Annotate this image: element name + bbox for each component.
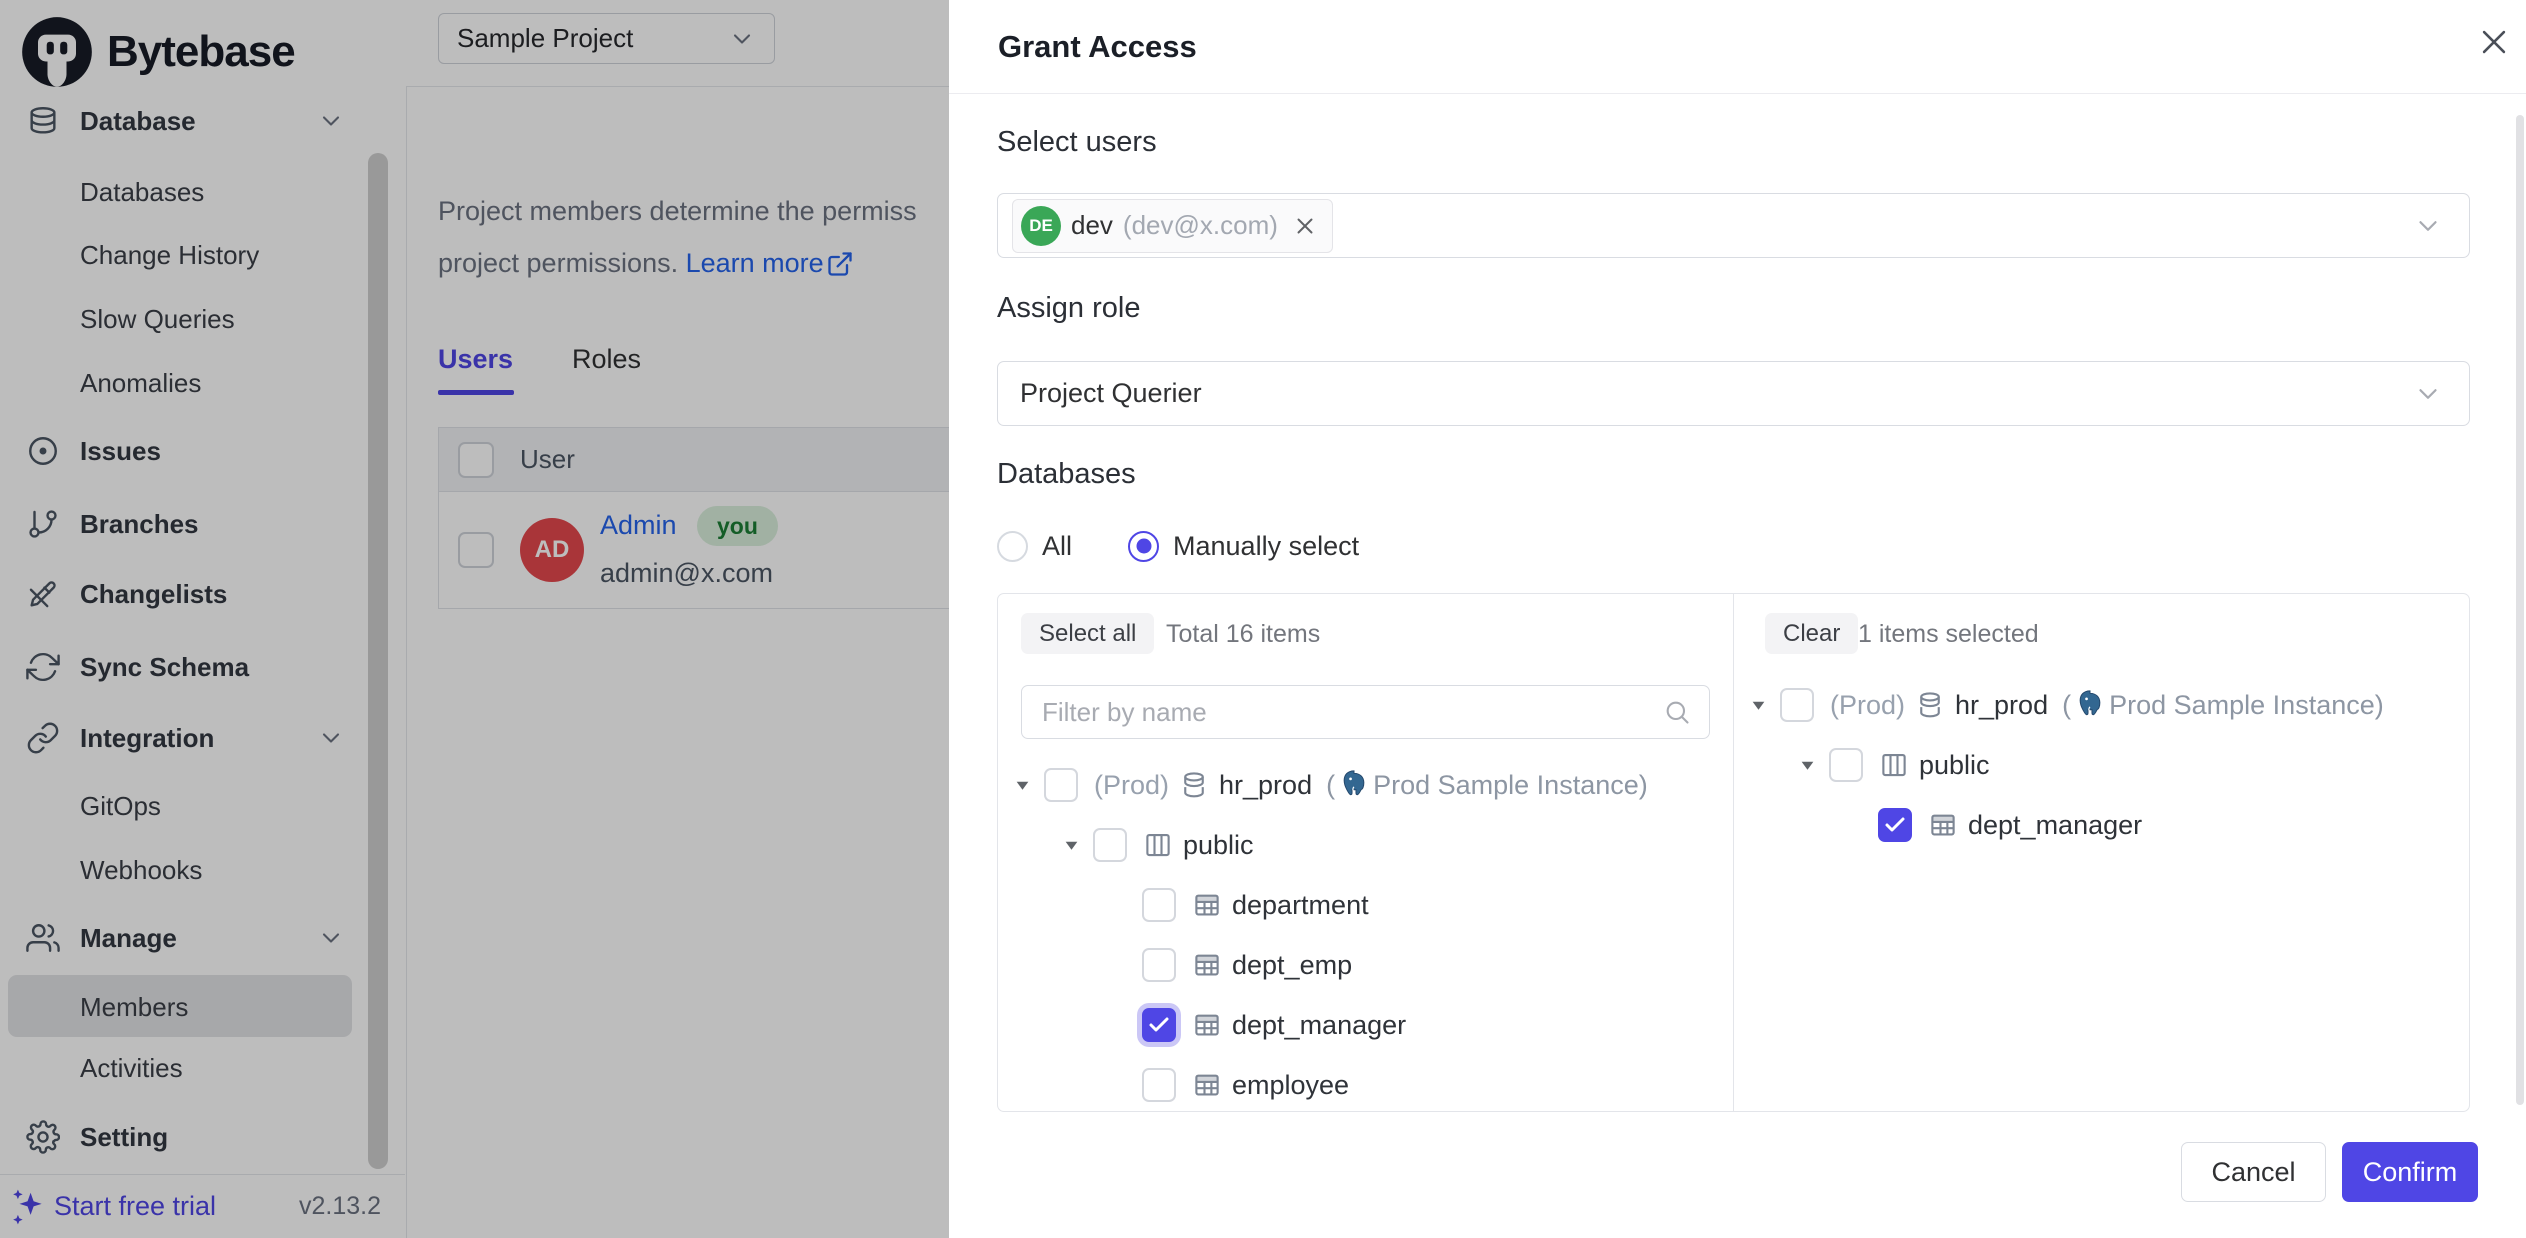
instance-label: (Prod Sample Instance) [2062,689,2384,721]
selected-user-chip: DE dev (dev@x.com) [1012,199,1333,253]
expand-caret-icon[interactable] [1063,837,1093,854]
transfer-source-panel: Select all Total 16 items (Prod)hr_prod(… [998,594,1733,1111]
filter-input[interactable] [1040,696,1663,729]
tree-row-dept_emp[interactable]: dept_emp [998,935,1733,995]
table-icon [1192,1070,1222,1100]
radio-all[interactable]: All [997,531,1072,562]
grant-access-modal: Grant Access Select users DE dev (dev@x.co… [949,0,2526,1238]
radio-label: All [1042,531,1072,562]
tree-checkbox[interactable] [1829,748,1863,782]
environment-label: (Prod) [1094,770,1169,801]
tree-checkbox[interactable] [1044,768,1078,802]
environment-label: (Prod) [1830,690,1905,721]
tree-row-hr_prod[interactable]: (Prod) hr_prod (Prod Sample Instance) [1734,675,2469,735]
node-name: public [1919,750,1990,781]
node-name: dept_manager [1232,1010,1406,1041]
chevron-down-icon [2413,211,2443,241]
tree-checkbox[interactable] [1142,888,1176,922]
node-name: hr_prod [1219,770,1312,801]
table-icon [1192,1010,1222,1040]
select-users-input[interactable]: DE dev (dev@x.com) [997,193,2470,258]
close-icon[interactable] [2470,18,2518,66]
postgres-icon [1339,769,1369,801]
tree-row-department[interactable]: department [998,875,1733,935]
table-icon [1928,810,1958,840]
tree-checkbox[interactable] [1142,1008,1176,1042]
tree-checkbox[interactable] [1780,688,1814,722]
confirm-button[interactable]: Confirm [2342,1142,2478,1202]
chevron-down-icon [2413,379,2443,409]
tree-row-employee[interactable]: employee [998,1055,1733,1112]
select-users-label: Select users [997,126,1157,159]
assign-role-label: Assign role [997,292,1140,325]
tree-row-public[interactable]: public [1734,735,2469,795]
tree-checkbox[interactable] [1142,1068,1176,1102]
cancel-button[interactable]: Cancel [2181,1142,2326,1202]
select-all-button[interactable]: Select all [1021,613,1154,654]
radio-circle-icon [997,531,1028,562]
selected-database-tree: (Prod) hr_prod (Prod Sample Instance) publi… [1734,675,2469,855]
remove-user-icon[interactable] [1292,213,1318,239]
filter-input-wrap [1021,685,1710,739]
search-icon [1663,698,1691,726]
assign-role-value: Project Querier [1020,378,1202,409]
schema-icon [1143,830,1173,860]
tree-checkbox[interactable] [1878,808,1912,842]
expand-caret-icon[interactable] [1750,697,1780,714]
node-name: department [1232,890,1369,921]
assign-role-select[interactable]: Project Querier [997,361,2470,426]
selected-items-label: 1 items selected [1858,620,2039,649]
database-scope-radios: All Manually select [997,529,1359,563]
expand-caret-icon[interactable] [1799,757,1829,774]
table-icon [1192,890,1222,920]
screen: Bytebase DatabaseDatabasesChange History… [0,0,2526,1238]
radio-circle-icon [1128,531,1159,562]
tree-row-hr_prod[interactable]: (Prod) hr_prod (Prod Sample Instance) [998,755,1733,815]
postgres-icon [2075,689,2105,721]
modal-scrollbar[interactable] [2516,115,2524,1105]
chip-user-name: dev [1071,210,1113,241]
instance-label: (Prod Sample Instance) [1326,769,1648,801]
total-items-label: Total 16 items [1166,620,1320,649]
source-database-tree: (Prod) hr_prod (Prod Sample Instance) publi… [998,755,1733,1112]
selected-user-chips: DE dev (dev@x.com) [1020,199,1333,253]
databases-label: Databases [997,458,1136,491]
node-name: employee [1232,1070,1349,1101]
database-icon [1915,690,1945,720]
modal-header: Grant Access [949,0,2526,94]
tree-checkbox[interactable] [1142,948,1176,982]
chip-user-email: (dev@x.com) [1123,210,1278,241]
clear-button[interactable]: Clear [1765,613,1858,654]
node-name: hr_prod [1955,690,2048,721]
table-icon [1192,950,1222,980]
tree-row-dept_manager[interactable]: dept_manager [998,995,1733,1055]
transfer-selected-panel: Clear 1 items selected (Prod)hr_prod(Pro… [1733,594,2469,1111]
modal-title: Grant Access [998,29,1197,65]
database-icon [1179,770,1209,800]
node-name: dept_emp [1232,950,1352,981]
radio-label: Manually select [1173,531,1359,562]
avatar: DE [1021,206,1061,246]
tree-row-public[interactable]: public [998,815,1733,875]
radio-manually-select[interactable]: Manually select [1128,531,1359,562]
schema-icon [1879,750,1909,780]
tree-row-dept_manager[interactable]: dept_manager [1734,795,2469,855]
node-name: public [1183,830,1254,861]
database-transfer-list: Select all Total 16 items (Prod)hr_prod(… [997,593,2470,1112]
node-name: dept_manager [1968,810,2142,841]
tree-checkbox[interactable] [1093,828,1127,862]
expand-caret-icon[interactable] [1014,777,1044,794]
